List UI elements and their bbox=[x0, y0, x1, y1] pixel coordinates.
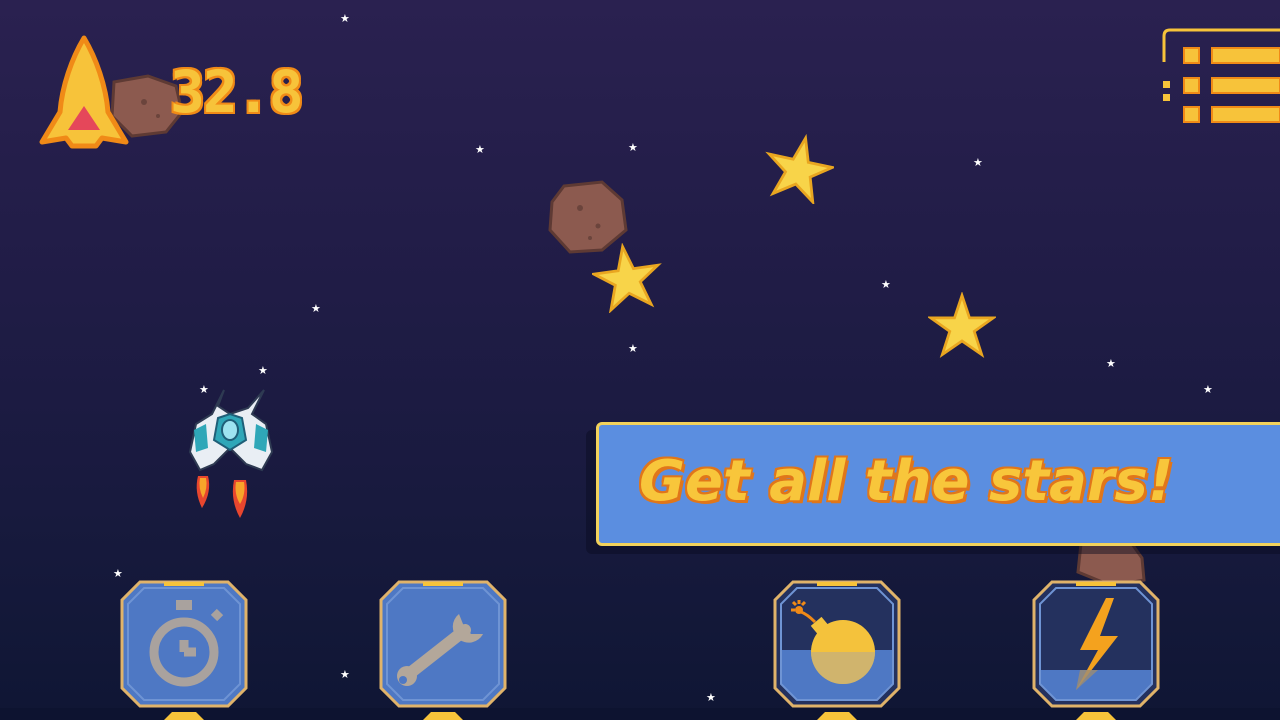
bg-star: ★ bbox=[340, 12, 350, 25]
powerup-lightning-button[interactable] bbox=[1032, 580, 1160, 708]
score-display: 32.8 bbox=[170, 58, 304, 126]
player-ship bbox=[188, 389, 274, 518]
bg-star: ★ bbox=[628, 342, 638, 355]
collectible-star bbox=[765, 134, 834, 204]
rocket-icon bbox=[39, 35, 129, 149]
collectible-star bbox=[928, 292, 996, 358]
bg-star: ★ bbox=[258, 364, 268, 377]
game-scene: ★ ★ ★ ★ ★ ★ ★ ★ ★ ★ ★ ★ ★ ★ 32.8 Get all… bbox=[0, 0, 1280, 720]
bg-star: ★ bbox=[475, 143, 485, 156]
powerup-bomb-button[interactable] bbox=[773, 580, 901, 708]
bg-star: ★ bbox=[113, 567, 123, 580]
bg-star: ★ bbox=[1203, 383, 1213, 396]
bg-star: ★ bbox=[340, 668, 350, 681]
powerup-charge-fill bbox=[1040, 670, 1152, 700]
bg-star: ★ bbox=[973, 156, 983, 169]
collectible-star bbox=[592, 243, 662, 313]
banner-message: Get all the stars! bbox=[639, 449, 1174, 514]
message-banner: Get all the stars! bbox=[596, 422, 1280, 546]
bg-star: ★ bbox=[706, 691, 716, 704]
bg-star: ★ bbox=[628, 141, 638, 154]
bg-star: ★ bbox=[1106, 357, 1116, 370]
menu-list-icon[interactable] bbox=[1160, 26, 1280, 128]
powerup-stopwatch-button[interactable] bbox=[120, 580, 248, 708]
bg-star: ★ bbox=[881, 278, 891, 291]
bg-star: ★ bbox=[311, 302, 321, 315]
powerup-wrench-button[interactable] bbox=[379, 580, 507, 708]
